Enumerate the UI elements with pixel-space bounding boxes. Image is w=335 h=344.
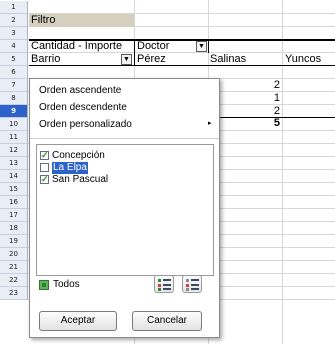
row-header[interactable]: 15: [0, 183, 28, 196]
filter-value-list[interactable]: ✓ Concepción La Elpa ✓ San Pascual: [36, 144, 214, 276]
sort-custom-item[interactable]: Orden personalizado: [39, 118, 132, 131]
row-header[interactable]: 17: [0, 209, 28, 222]
list-item-label: La Elpa: [52, 162, 88, 174]
menu-separator: [30, 138, 219, 139]
row-header[interactable]: 4: [0, 40, 28, 53]
row-header[interactable]: 11: [0, 131, 28, 144]
checkbox[interactable]: [40, 163, 49, 172]
row-header[interactable]: 21: [0, 261, 28, 274]
cancel-button[interactable]: Cancelar: [132, 311, 202, 331]
barrio-dropdown-button[interactable]: ▼: [121, 54, 132, 65]
select-all-checkbox[interactable]: [39, 280, 49, 290]
col-header-yuncos: Yuncos: [285, 53, 322, 65]
sort-ascending-item[interactable]: Orden ascendente: [39, 84, 121, 97]
col-divider: [282, 0, 283, 344]
row-header[interactable]: 7: [0, 79, 28, 92]
col-header-salinas: Salinas: [210, 53, 247, 65]
row-header[interactable]: 16: [0, 196, 28, 209]
dropdown-arrow-icon: ▼: [198, 43, 205, 50]
data-field-label: Cantidad - Importe: [31, 40, 123, 52]
select-current-only-button[interactable]: [154, 275, 174, 293]
row-header[interactable]: 5: [0, 53, 28, 66]
row-header[interactable]: 14: [0, 170, 28, 183]
accept-button[interactable]: Aceptar: [39, 311, 117, 331]
filter-label: Filtro: [31, 14, 56, 26]
row-header[interactable]: 18: [0, 222, 28, 235]
list-item-label: Concepción: [52, 150, 105, 161]
row-header[interactable]: 12: [0, 144, 28, 157]
field-filter-popup[interactable]: Orden ascendente Orden descendente Orden…: [29, 78, 220, 338]
select-all-label: Todos: [53, 279, 80, 290]
check-icon: ✓: [41, 150, 49, 160]
row-header[interactable]: 20: [0, 248, 28, 261]
list-item-label: San Pascual: [52, 174, 109, 185]
checkbox[interactable]: ✓: [40, 175, 49, 184]
column-field-label: Doctor: [137, 40, 170, 52]
salinas-total: 5: [273, 117, 280, 129]
checkbox[interactable]: ✓: [40, 151, 49, 160]
pivot-border: [134, 40, 135, 66]
dropdown-arrow-icon: ▼: [123, 56, 130, 63]
row-header[interactable]: 8: [0, 92, 28, 105]
doctor-dropdown-button[interactable]: ▼: [196, 41, 207, 52]
row-header[interactable]: 2: [0, 14, 28, 27]
row-header[interactable]: 23: [0, 287, 28, 300]
row-header[interactable]: 9: [0, 105, 28, 118]
sort-descending-item[interactable]: Orden descendente: [39, 101, 127, 114]
row-field-label: Barrio: [31, 53, 61, 65]
salinas-value: 2: [273, 79, 280, 91]
submenu-arrow-icon: ▸: [208, 120, 212, 127]
col-header-perez: Pérez: [137, 53, 166, 65]
row-header[interactable]: 1: [0, 1, 28, 14]
row-header[interactable]: 6: [0, 66, 28, 79]
row-header[interactable]: 13: [0, 157, 28, 170]
row-header[interactable]: 10: [0, 118, 28, 131]
row-header[interactable]: 19: [0, 235, 28, 248]
check-icon: ✓: [41, 174, 49, 184]
hide-current-button[interactable]: [182, 275, 202, 293]
row-header[interactable]: 3: [0, 27, 28, 40]
salinas-value: 1: [273, 92, 280, 104]
pivot-border: [208, 40, 209, 53]
row-header[interactable]: 22: [0, 274, 28, 287]
